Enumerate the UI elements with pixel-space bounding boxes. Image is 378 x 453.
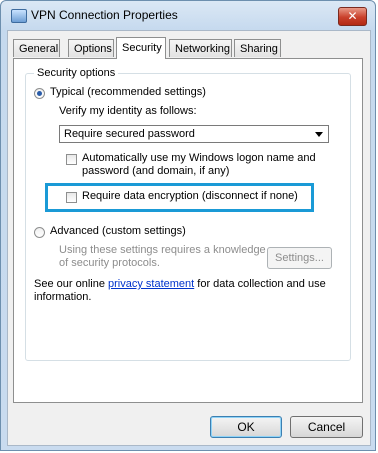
verify-identity-select[interactable]: Require secured password xyxy=(59,125,329,143)
dialog-client-area: General Options Security Networking Shar… xyxy=(7,30,371,446)
cancel-button[interactable]: Cancel xyxy=(290,416,363,438)
tab-options[interactable]: Options xyxy=(68,39,114,57)
ok-button[interactable]: OK xyxy=(210,416,282,438)
advanced-note-line2: of security protocols. xyxy=(59,257,160,269)
verify-identity-label: Verify my identity as follows: xyxy=(59,105,197,117)
privacy-suffix: for data collection and use xyxy=(197,278,326,290)
privacy-text-line2: information. xyxy=(34,291,92,303)
tab-general[interactable]: General xyxy=(13,39,60,57)
security-options-legend: Security options xyxy=(34,67,119,79)
require-encryption-checkbox[interactable] xyxy=(66,192,77,203)
auto-logon-checkbox[interactable] xyxy=(66,154,77,165)
auto-logon-label-line1[interactable]: Automatically use my Windows logon name … xyxy=(82,152,316,164)
privacy-statement-link[interactable]: privacy statement xyxy=(108,278,194,290)
vpn-properties-window: VPN Connection Properties ✕ General Opti… xyxy=(0,0,376,451)
auto-logon-label-line2[interactable]: password (and domain, if any) xyxy=(82,165,229,177)
security-tab-panel: Security options Typical (recommended se… xyxy=(13,58,363,403)
advanced-radio[interactable] xyxy=(34,227,45,238)
window-title: VPN Connection Properties xyxy=(31,8,178,22)
settings-button[interactable]: Settings... xyxy=(267,247,332,269)
privacy-prefix: See our online xyxy=(34,278,105,290)
network-connection-icon xyxy=(11,9,27,23)
advanced-note-line1: Using these settings requires a knowledg… xyxy=(59,244,266,256)
title-bar[interactable]: VPN Connection Properties ✕ xyxy=(1,1,375,29)
close-button[interactable]: ✕ xyxy=(338,7,367,26)
verify-identity-value: Require secured password xyxy=(64,128,195,140)
typical-radio[interactable] xyxy=(34,88,45,99)
advanced-label[interactable]: Advanced (custom settings) xyxy=(50,225,186,237)
require-encryption-label[interactable]: Require data encryption (disconnect if n… xyxy=(82,190,298,202)
privacy-text: See our online privacy statement for dat… xyxy=(34,278,326,290)
tab-networking[interactable]: Networking xyxy=(169,39,232,57)
tab-security[interactable]: Security xyxy=(116,37,166,59)
tab-sharing[interactable]: Sharing xyxy=(234,39,281,57)
typical-label[interactable]: Typical (recommended settings) xyxy=(50,86,206,98)
chevron-down-icon xyxy=(315,132,323,137)
